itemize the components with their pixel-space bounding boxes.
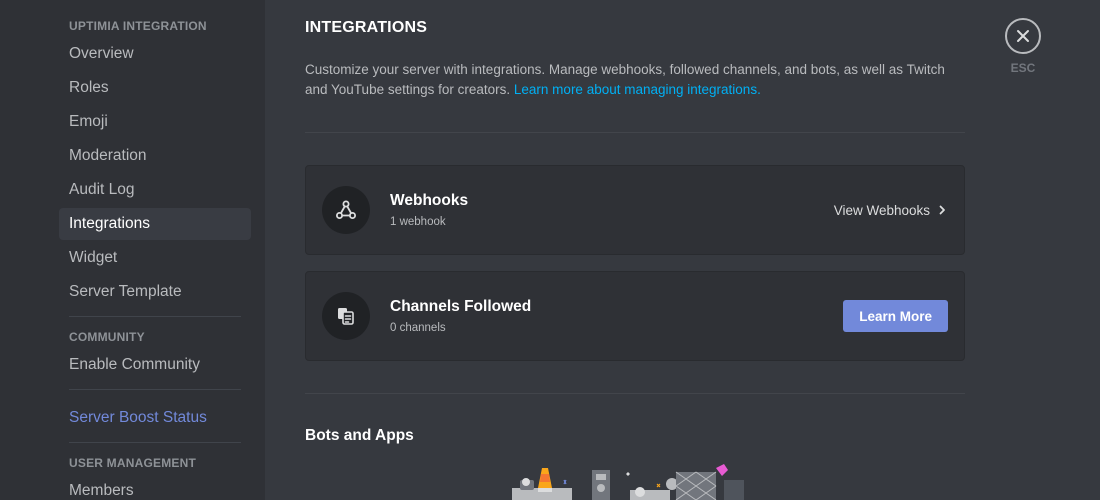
settings-sidebar: Uptimia Integration Overview Roles Emoji… (0, 0, 265, 500)
esc-label: ESC (1010, 61, 1036, 75)
webhooks-title: Webhooks (390, 192, 469, 209)
sidebar-item-emoji[interactable]: Emoji (59, 106, 251, 138)
bots-illustration (512, 464, 744, 500)
channels-followed-title: Channels Followed (390, 298, 532, 315)
sidebar-separator (69, 442, 241, 443)
webhooks-count: 1 webhook (390, 216, 446, 228)
chevron-right-icon (939, 205, 945, 215)
learn-more-button[interactable]: Learn More (843, 300, 948, 332)
section-divider (305, 132, 965, 133)
integrations-content: Integrations Customize your server with … (265, 0, 1100, 500)
sidebar-item-overview[interactable]: Overview (59, 38, 251, 70)
sidebar-item-roles[interactable]: Roles (59, 72, 251, 104)
learn-more-integrations-link[interactable]: Learn more about managing integrations. (514, 82, 761, 97)
sidebar-item-server-template[interactable]: Server Template (59, 276, 251, 308)
sidebar-item-members[interactable]: Members (59, 475, 251, 500)
webhook-icon (322, 186, 370, 234)
bots-and-apps-heading: Bots and Apps (305, 427, 414, 444)
sidebar-item-server-boost-status[interactable]: Server Boost Status (59, 402, 251, 434)
page-description: Customize your server with integrations.… (305, 60, 965, 100)
channels-followed-card-text: Channels Followed 0 channels (390, 297, 843, 335)
page-title: Integrations (305, 19, 428, 36)
view-webhooks-label: View Webhooks (833, 202, 930, 218)
sidebar-item-enable-community[interactable]: Enable Community (59, 349, 251, 381)
sidebar-item-moderation[interactable]: Moderation (59, 140, 251, 172)
sidebar-item-audit-log[interactable]: Audit Log (59, 174, 251, 206)
sidebar-separator (69, 389, 241, 390)
section-divider (305, 393, 965, 394)
section-header-user-management: User Management (69, 456, 197, 470)
close-button[interactable] (1005, 18, 1041, 54)
section-header-community: Community (69, 330, 145, 344)
channels-followed-count: 0 channels (390, 322, 446, 334)
close-control: ESC (1005, 18, 1041, 75)
webhooks-card-text: Webhooks 1 webhook (390, 191, 834, 229)
channels-followed-card: Channels Followed 0 channels Learn More (305, 271, 965, 361)
sidebar-item-integrations[interactable]: Integrations (59, 208, 251, 240)
sidebar-item-widget[interactable]: Widget (59, 242, 251, 274)
view-webhooks-link[interactable]: View Webhooks (834, 203, 948, 218)
channel-follow-icon (322, 292, 370, 340)
close-icon (1017, 30, 1029, 42)
settings-window: Uptimia Integration Overview Roles Emoji… (0, 0, 1100, 500)
webhooks-card[interactable]: Webhooks 1 webhook View Webhooks (305, 165, 965, 255)
sidebar-separator (69, 316, 241, 317)
section-header-server: Uptimia Integration (69, 19, 207, 33)
